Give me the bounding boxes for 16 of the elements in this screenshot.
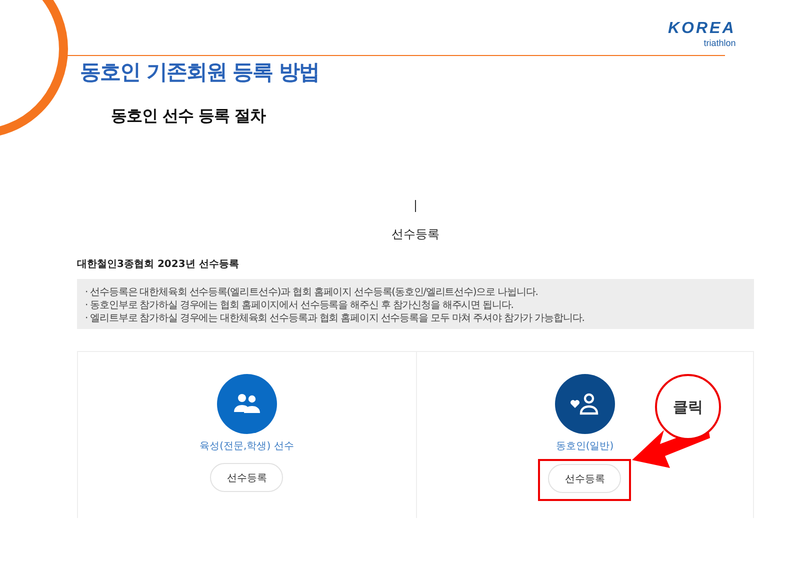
register-button[interactable]: 선수등록 — [210, 463, 284, 492]
page-heading: 선수등록 — [392, 226, 440, 243]
notice-text: · 엘리트부로 참가하실 경우에는 대한체육회 선수등록과 협회 홈페이지 선수등록을 모두 마쳐 주셔야 참가가 가능합니다. — [85, 312, 586, 325]
card-label: 동호인(일반) — [556, 440, 614, 453]
people-icon — [232, 393, 261, 415]
card-label: 육성(전문,학생) 선수 — [200, 440, 294, 453]
heart-person-icon — [570, 393, 600, 415]
notice-text: · 동호인부로 참가하실 경우에는 협회 홈페이지에서 선수등록을 해주신 후 참가신청을 해주시면 됩니다. — [85, 299, 514, 312]
click-callout: 클릭 — [655, 374, 721, 440]
slide-title: 동호인 기존회원 등록 방법 — [80, 59, 319, 86]
slide-subtitle: 동호인 선수 등록 절차 — [111, 106, 266, 127]
logo-wordmark: KOREA — [668, 20, 736, 38]
notice-text: · 선수등록은 대한체육회 선수등록(엘리트선수)과 협회 홈페이지 선수등록(동호인/엘리트선수)으로 나뉩니다. — [85, 286, 539, 299]
section-title: 대한철인3종협회 2023년 선수등록 — [77, 258, 240, 271]
logo-subtitle: triathlon — [704, 38, 736, 48]
register-button[interactable]: 선수등록 — [548, 464, 622, 493]
